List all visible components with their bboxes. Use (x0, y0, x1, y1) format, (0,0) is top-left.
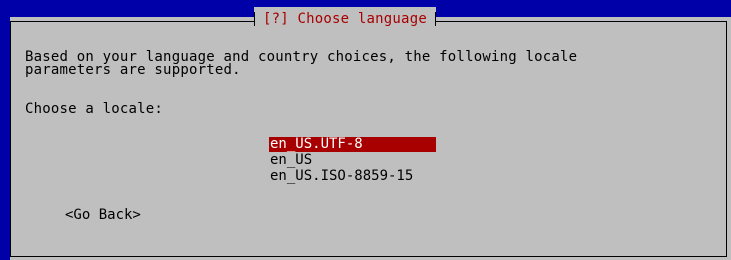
description-line-2: parameters are supported. (25, 62, 241, 78)
locale-option-en-us-iso-8859-15[interactable]: en_US.ISO-8859-15 (269, 169, 413, 184)
go-back-button[interactable]: <Go Back> (65, 208, 141, 222)
dialog-bottom-border (10, 256, 727, 257)
dialog-title: [?] Choose language (263, 10, 427, 27)
locale-option-en-us-utf8[interactable]: en_US.UTF-8 (269, 137, 436, 152)
title-right-tick (434, 12, 436, 26)
locale-prompt: Choose a locale: (25, 101, 164, 117)
dialog-left-border (10, 21, 11, 256)
locale-option-en-us[interactable]: en_US (269, 153, 312, 168)
dialog-title-bar: [?] Choose language (254, 7, 436, 31)
dialog-right-border (726, 21, 727, 256)
